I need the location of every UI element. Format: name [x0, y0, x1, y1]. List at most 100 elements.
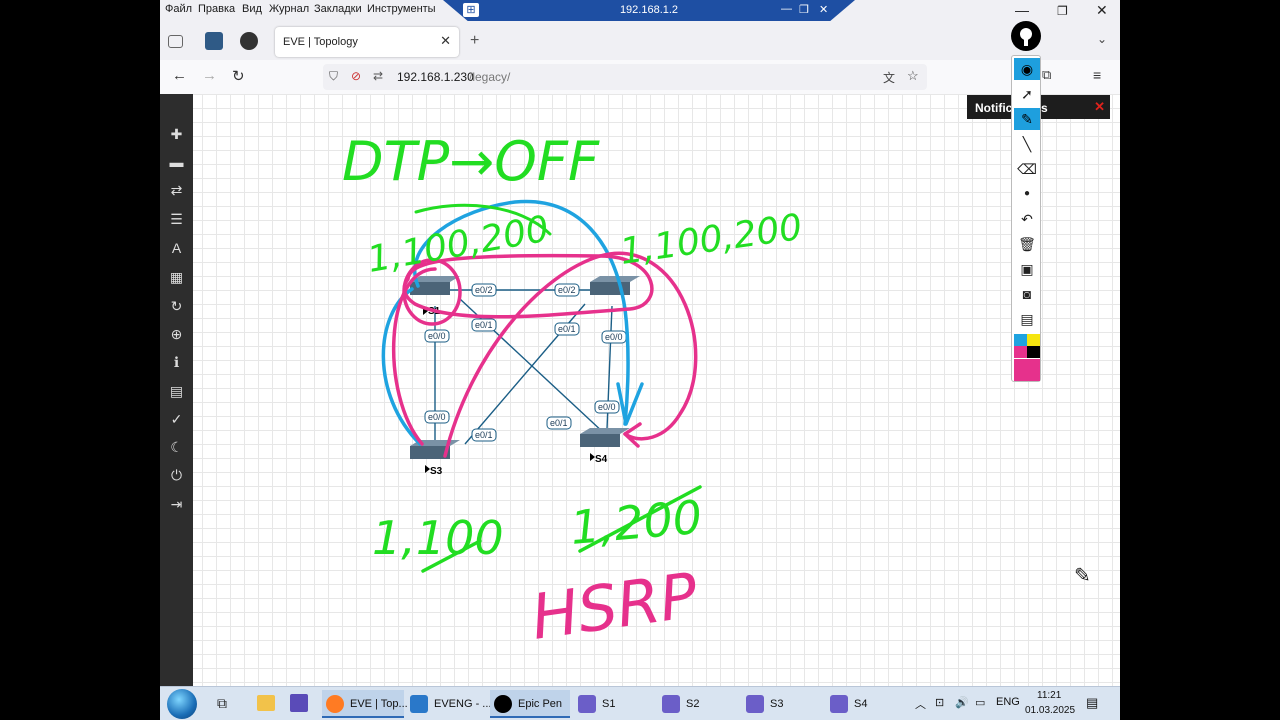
topology-diagram: S1 S3 S4 e0/2 e0/2 e0/1 e0/1 e0/0 e0/0 e…	[410, 276, 640, 477]
epic-pen-logo-icon[interactable]	[1011, 21, 1041, 51]
spacer	[1121, 0, 1122, 1]
taskbar-item-firefox[interactable]: EVE | Top...	[322, 690, 408, 718]
tray-chevron-icon[interactable]: ︿	[915, 696, 926, 712]
vmware-icon	[410, 695, 428, 713]
network-meeting-icon[interactable]: ⊡	[935, 696, 944, 709]
forward-icon[interactable]: →	[202, 67, 217, 84]
taskbar-item-epic-pen[interactable]: Epic Pen	[490, 690, 570, 718]
menu-tools[interactable]: Инструменты	[367, 3, 436, 15]
rdp-restore-icon[interactable]: ❐	[799, 3, 809, 16]
notifications-close-icon[interactable]: ✕	[1094, 99, 1105, 115]
taskbar-item-s2[interactable]: S2	[658, 690, 738, 718]
epic-pen-icon	[494, 695, 512, 713]
undo-icon[interactable]: ↶	[1014, 208, 1040, 230]
url-bar[interactable]: ⛉ ⊘ ⇄ 192.168.1.230 /legacy/ 文 ☆	[323, 64, 927, 90]
menu-edit[interactable]: Правка	[198, 3, 235, 15]
terminal-icon	[746, 695, 764, 713]
reload-icon[interactable]: ↻	[232, 67, 245, 85]
menu-history[interactable]: Журнал	[269, 3, 309, 15]
collections-icon[interactable]	[168, 35, 183, 48]
eve-pinned-tab-icon[interactable]	[205, 32, 223, 50]
file-explorer-icon[interactable]	[257, 695, 275, 711]
color-swatch-black[interactable]	[1027, 346, 1040, 358]
taskbar-item-s3[interactable]: S3	[742, 690, 822, 718]
app-menu-icon[interactable]: ≡	[1093, 67, 1101, 83]
port-label: e0/1	[475, 320, 493, 330]
eve-topology-canvas[interactable]: ✚ ▬ ⇄ ☰ A ▦ ↻ ⊕ ℹ ▤ ✓ ☾ ⏻ ⇥ S1 S3 S4 e0/…	[160, 94, 1120, 686]
permissions-icon[interactable]: ⇄	[373, 69, 383, 83]
save-app-icon[interactable]	[290, 694, 308, 712]
notification-center-icon[interactable]: ▤	[1086, 695, 1098, 711]
menu-file[interactable]: Файл	[165, 3, 192, 15]
extension-pinned-tab-icon[interactable]	[240, 32, 258, 50]
port-label: e0/0	[605, 332, 623, 342]
window-restore-icon[interactable]: ❐	[1057, 4, 1068, 18]
color-swatch-blue[interactable]	[1014, 334, 1027, 346]
epic-pen-toolbar: ◉ ➚ ✎ ╲ ⌫ ● ↶ 🗑 ▣ ◙ ▤	[1011, 55, 1041, 382]
start-button-icon[interactable]	[167, 689, 197, 719]
rdp-close-icon[interactable]: ✕	[819, 3, 828, 16]
clock-date[interactable]: 01.03.2025	[1025, 705, 1075, 716]
clipboard-icon[interactable]: ▤	[1014, 308, 1040, 330]
port-label: e0/0	[598, 402, 616, 412]
task-view-icon[interactable]: ⧉	[217, 695, 227, 712]
switch-s4-label: S4	[595, 454, 608, 465]
camera-icon[interactable]: ◙	[1014, 283, 1040, 305]
eraser-icon[interactable]: ⌫	[1014, 158, 1040, 180]
menu-view[interactable]: Вид	[242, 3, 262, 15]
switch-s4[interactable]: S4	[580, 428, 630, 465]
brush-size-dot-icon[interactable]: ●	[1014, 183, 1040, 205]
volume-icon[interactable]: 🔊	[955, 696, 969, 709]
terminal-icon	[662, 695, 680, 713]
taskbar-item-s1[interactable]: S1	[574, 690, 654, 718]
firefox-icon	[326, 695, 344, 713]
switch-s1-label: S1	[428, 306, 441, 317]
port-label: e0/0	[428, 331, 446, 341]
switch-s1[interactable]: S1	[410, 276, 460, 317]
translate-icon[interactable]: 文	[883, 69, 895, 86]
whiteboard-icon[interactable]: ▣	[1014, 258, 1040, 280]
switch-s3[interactable]: S3	[410, 440, 460, 477]
bookmark-star-icon[interactable]: ☆	[907, 68, 919, 84]
url-path: /legacy/	[469, 70, 511, 84]
window-close-icon[interactable]: ✕	[1096, 2, 1108, 19]
extensions-icon[interactable]: ⧉	[1042, 67, 1051, 83]
color-swatch-pink[interactable]	[1014, 346, 1027, 358]
cursor-icon[interactable]: ➚	[1014, 83, 1040, 105]
network-icon[interactable]: ▭	[975, 696, 985, 709]
rdp-connection-bar: ⊞ 192.168.1.2 — ❐ ✕	[443, 0, 855, 21]
line-icon[interactable]: ╲	[1014, 133, 1040, 155]
port-label: e0/0	[428, 412, 446, 422]
menu-bookmarks[interactable]: Закладки	[314, 3, 362, 15]
terminal-icon	[830, 695, 848, 713]
list-tabs-chevron-icon[interactable]: ⌄	[1097, 32, 1107, 46]
port-label: e0/1	[475, 430, 493, 440]
switch-s3-label: S3	[430, 466, 443, 477]
taskbar-item-s4[interactable]: S4	[826, 690, 906, 718]
tab-strip: EVE | Topology ✕ + ⌄	[160, 22, 1120, 60]
tab-close-icon[interactable]: ✕	[440, 33, 451, 49]
taskbar-item-eveng[interactable]: EVENG - ...	[406, 690, 491, 718]
shield-icon[interactable]: ⛉	[329, 69, 338, 84]
remote-desktop-screen: Файл Правка Вид Журнал Закладки Инструме…	[160, 0, 1120, 720]
window-minimize-icon[interactable]: —	[1015, 2, 1029, 18]
navigation-bar: ← → ↻ ⛉ ⊘ ⇄ 192.168.1.230 /legacy/ 文 ☆ ⧉…	[160, 60, 1120, 94]
language-indicator[interactable]: ENG	[996, 696, 1020, 708]
terminal-icon	[578, 695, 596, 713]
port-label: e0/1	[558, 324, 576, 334]
port-label: e0/1	[550, 418, 568, 428]
clock-time[interactable]: 11:21	[1037, 690, 1061, 701]
switch-s2[interactable]	[590, 276, 640, 295]
trash-icon[interactable]: 🗑	[1014, 233, 1040, 255]
rdp-title: 192.168.1.2	[619, 4, 679, 16]
insecure-lock-icon[interactable]: ⊘	[351, 69, 361, 83]
color-swatch-yellow[interactable]	[1027, 334, 1040, 346]
back-icon[interactable]: ←	[172, 67, 187, 84]
eye-icon[interactable]: ◉	[1014, 58, 1040, 80]
rdp-minimize-icon[interactable]: —	[781, 3, 792, 15]
new-tab-icon[interactable]: +	[470, 32, 479, 50]
pen-icon[interactable]: ✎	[1014, 108, 1040, 130]
current-color-swatch[interactable]	[1014, 359, 1040, 381]
tab-eve-topology[interactable]: EVE | Topology ✕	[275, 27, 459, 57]
windows-taskbar: ⧉ EVE | Top... EVENG - ... Epic Pen S1 S…	[160, 686, 1120, 720]
